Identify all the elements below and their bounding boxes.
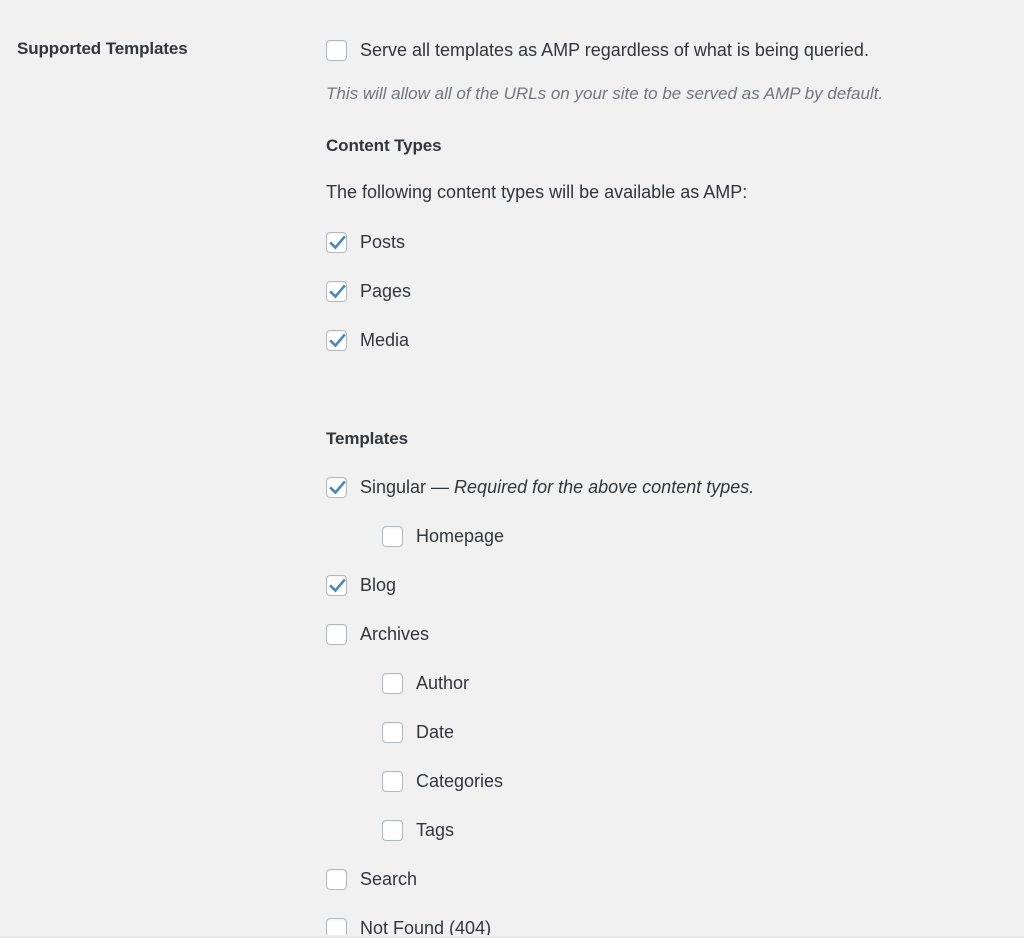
template-label: Author [416,673,470,694]
template-checkbox[interactable] [382,770,403,792]
content-type-row[interactable]: Media [326,328,1008,352]
field-label-column: Supported Templates [0,0,326,60]
template-label: Tags [416,820,455,841]
content-type-checkbox[interactable] [326,280,347,302]
template-row[interactable]: Archives [326,622,1008,646]
template-checkbox[interactable] [326,868,347,890]
template-row[interactable]: Homepage [382,524,1008,548]
serve-all-templates-row[interactable]: Serve all templates as AMP regardless of… [326,38,1008,62]
template-checkbox[interactable] [382,819,403,841]
template-label: Blog [360,575,397,596]
template-label: Homepage [416,526,505,547]
content-types-intro: The following content types will be avai… [326,181,748,202]
template-row[interactable]: Singular — Required for the above conten… [326,475,1008,499]
template-row[interactable]: Date [382,720,1008,744]
template-label: Search [360,869,418,890]
template-row[interactable]: Blog [326,573,1008,597]
field-control-column: Serve all templates as AMP regardless of… [326,0,1024,938]
template-checkbox[interactable] [326,476,347,498]
template-checkbox[interactable] [326,574,347,596]
serve-all-templates-description: This will allow all of the URLs on your … [326,84,884,103]
content-types-heading: Content Types [326,135,442,155]
template-checkbox[interactable] [326,623,347,645]
content-type-row[interactable]: Pages [326,279,1008,303]
supported-templates-settings-row: Supported Templates Serve all templates … [0,0,1024,938]
templates-heading: Templates [326,429,408,449]
template-row[interactable]: Categories [382,769,1008,793]
template-label: Categories [416,771,504,792]
template-checkbox[interactable] [382,525,403,547]
content-type-label: Pages [360,281,412,302]
template-label: Date [416,722,455,743]
template-row[interactable]: Author [382,671,1008,695]
content-type-checkbox[interactable] [326,231,347,253]
content-type-label: Posts [360,232,406,253]
template-row[interactable]: Search [326,867,1008,891]
template-label: Archives [360,624,430,645]
template-checkbox[interactable] [382,721,403,743]
template-label: Singular — Required for the above conten… [360,477,755,498]
content-type-label: Media [360,330,410,351]
template-note: — Required for the above content types. [426,477,755,498]
content-type-row[interactable]: Posts [326,230,1008,254]
content-types-list: Posts Pages Media [326,230,1008,352]
content-type-checkbox[interactable] [326,329,347,351]
serve-all-templates-checkbox[interactable] [326,39,347,61]
templates-list: Singular — Required for the above conten… [326,475,1008,938]
page-title: Supported Templates [17,39,188,58]
template-checkbox[interactable] [382,672,403,694]
template-row[interactable]: Tags [382,818,1008,842]
serve-all-templates-label: Serve all templates as AMP regardless of… [360,40,869,60]
